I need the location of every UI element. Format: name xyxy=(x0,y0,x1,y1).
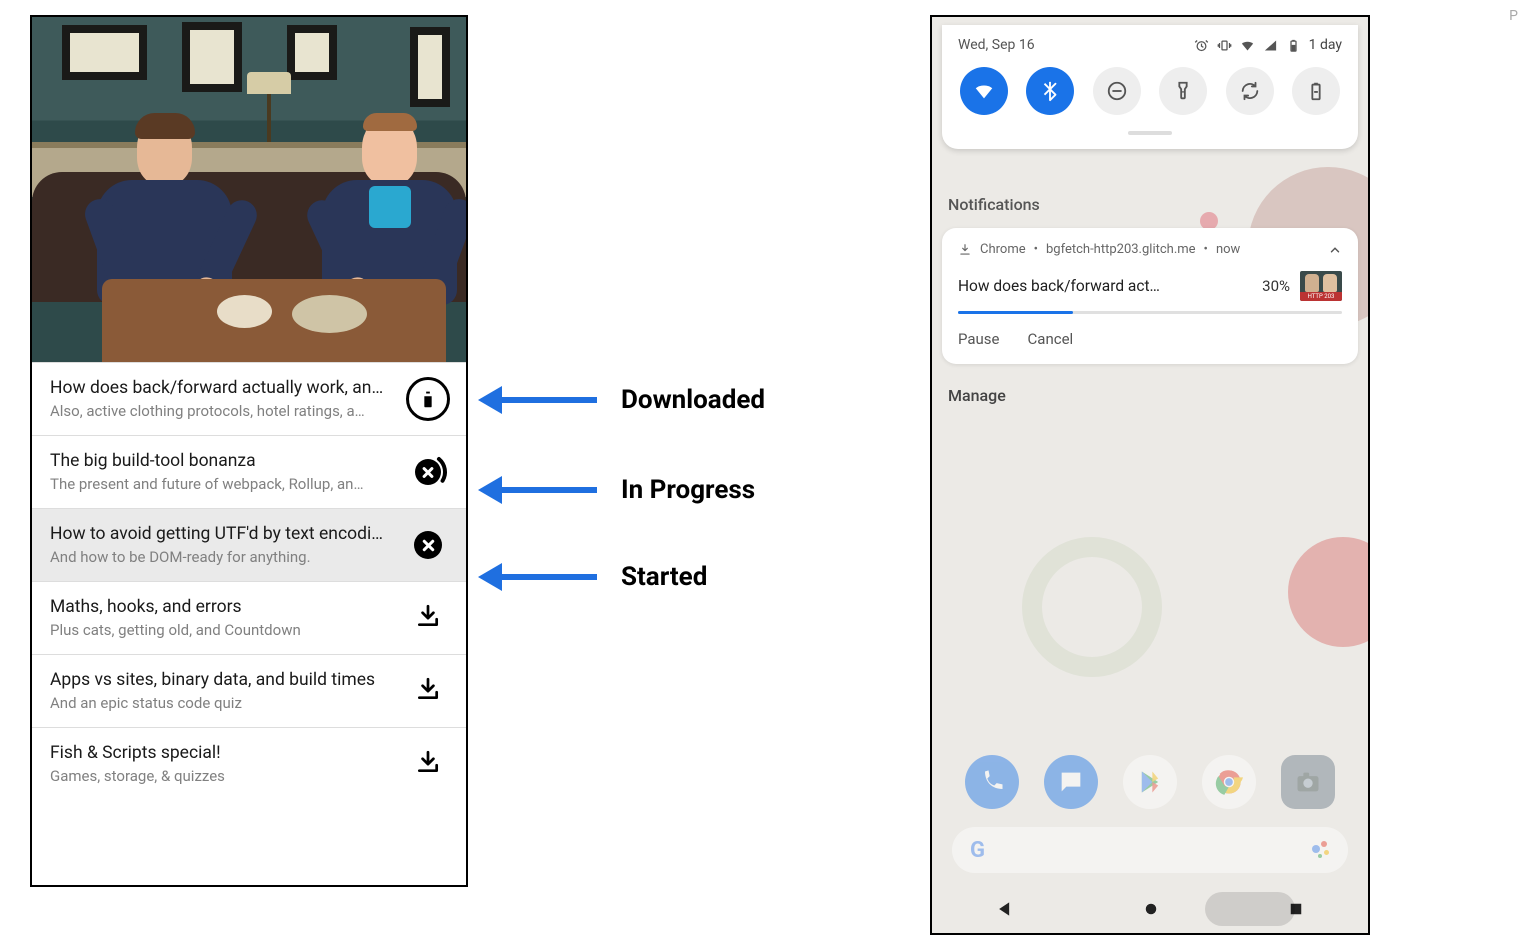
episode-hero-image xyxy=(32,17,466,362)
episode-action[interactable] xyxy=(406,523,450,567)
annotation-label: Downloaded xyxy=(621,385,765,415)
download-icon xyxy=(958,243,972,257)
arrow-left-icon xyxy=(478,476,502,504)
page-crop-marker: P xyxy=(1509,8,1518,24)
episode-subtitle: The present and future of webpack, Rollu… xyxy=(50,475,396,493)
quick-settings-tiles xyxy=(958,67,1342,121)
google-search-bar[interactable]: G xyxy=(952,827,1348,873)
battery-icon xyxy=(1286,38,1301,53)
cancel-download-icon[interactable] xyxy=(414,531,442,559)
podcast-app-screenshot: How does back/forward actually work, an…… xyxy=(30,15,468,887)
download-icon[interactable] xyxy=(415,749,441,779)
manage-button[interactable]: Manage xyxy=(942,364,1358,427)
episode-action[interactable] xyxy=(406,450,450,494)
episode-row[interactable]: Fish & Scripts special! Games, storage, &… xyxy=(32,727,466,800)
pause-button[interactable]: Pause xyxy=(958,330,1000,348)
episode-action[interactable] xyxy=(406,377,450,421)
episode-title: Maths, hooks, and errors xyxy=(50,597,396,617)
nav-back-icon[interactable] xyxy=(995,899,1015,919)
episode-action[interactable] xyxy=(406,669,450,713)
episode-row[interactable]: Maths, hooks, and errors Plus cats, getti… xyxy=(32,581,466,654)
cancel-button[interactable]: Cancel xyxy=(1028,330,1074,348)
episode-row[interactable]: How to avoid getting UTF'd by text encod… xyxy=(32,508,466,581)
download-icon[interactable] xyxy=(415,676,441,706)
notification-source: bgfetch-http203.glitch.me xyxy=(1046,242,1196,257)
episode-title: How does back/forward actually work, an… xyxy=(50,378,396,398)
qs-tile-rotate[interactable] xyxy=(1226,67,1274,115)
annotation-label: Started xyxy=(621,562,707,592)
episode-row[interactable]: How does back/forward actually work, an…… xyxy=(32,362,466,435)
status-icons: 1 day xyxy=(1194,37,1342,53)
qs-tile-bluetooth[interactable] xyxy=(1026,67,1074,115)
episode-list: How does back/forward actually work, an…… xyxy=(32,362,466,800)
phone-app-icon[interactable] xyxy=(965,755,1019,809)
android-notification-screenshot: Wed, Sep 16 1 day Notifications Chrome •… xyxy=(930,15,1370,935)
episode-subtitle: Games, storage, & quizzes xyxy=(50,767,396,785)
episode-title: How to avoid getting UTF'd by text encod… xyxy=(50,524,396,544)
notification-app: Chrome xyxy=(980,242,1026,257)
qs-tile-dnd[interactable] xyxy=(1093,67,1141,115)
google-logo: G xyxy=(970,838,984,863)
notification-percent: 30% xyxy=(1262,277,1290,295)
wifi-icon xyxy=(1240,38,1255,53)
nav-home-icon[interactable] xyxy=(1142,900,1160,918)
episode-title: Fish & Scripts special! xyxy=(50,743,396,763)
episode-subtitle: Also, active clothing protocols, hotel r… xyxy=(50,402,396,420)
qs-tile-flashlight[interactable] xyxy=(1159,67,1207,115)
qs-tile-wifi[interactable] xyxy=(960,67,1008,115)
download-notification[interactable]: Chrome • bgfetch-http203.glitch.me • now… xyxy=(942,228,1358,364)
episode-subtitle: And how to be DOM-ready for anything. xyxy=(50,548,396,566)
episode-title: Apps vs sites, binary data, and build ti… xyxy=(50,670,396,690)
arrow-left-icon xyxy=(478,563,502,591)
episode-action[interactable] xyxy=(406,596,450,640)
play-store-icon[interactable] xyxy=(1123,755,1177,809)
alarm-icon xyxy=(1194,38,1209,53)
camera-app-icon[interactable] xyxy=(1281,755,1335,809)
episode-title: The big build-tool bonanza xyxy=(50,451,396,471)
annotation-started: Started xyxy=(478,562,707,592)
notification-thumbnail xyxy=(1300,271,1342,301)
episode-row[interactable]: Apps vs sites, binary data, and build ti… xyxy=(32,654,466,727)
notifications-header: Notifications xyxy=(942,187,1358,228)
delete-download-icon[interactable] xyxy=(406,377,450,421)
battery-text: 1 day xyxy=(1309,37,1342,53)
notification-title: How does back/forward act… xyxy=(958,277,1252,295)
vibrate-icon xyxy=(1217,38,1232,53)
home-dock: G xyxy=(952,755,1348,873)
messages-app-icon[interactable] xyxy=(1044,755,1098,809)
progress-bar xyxy=(958,311,1342,314)
episode-row[interactable]: The big build-tool bonanza The present an… xyxy=(32,435,466,508)
episode-action[interactable] xyxy=(406,742,450,786)
system-nav-bar xyxy=(932,885,1368,933)
panel-drag-handle[interactable] xyxy=(1128,131,1172,135)
status-date: Wed, Sep 16 xyxy=(958,37,1035,53)
chrome-app-icon[interactable] xyxy=(1202,755,1256,809)
download-icon[interactable] xyxy=(415,603,441,633)
episode-subtitle: Plus cats, getting old, and Countdown xyxy=(50,621,396,639)
notification-time: now xyxy=(1216,242,1240,257)
annotation-label: In Progress xyxy=(621,475,755,505)
chevron-up-icon[interactable] xyxy=(1328,243,1342,257)
signal-icon xyxy=(1263,38,1278,53)
episode-subtitle: And an epic status code quiz xyxy=(50,694,396,712)
arrow-left-icon xyxy=(478,386,502,414)
cancel-download-progress-icon[interactable] xyxy=(408,452,448,492)
qs-tile-battery-saver[interactable] xyxy=(1292,67,1340,115)
assistant-icon[interactable] xyxy=(1312,841,1330,859)
annotation-in-progress: In Progress xyxy=(478,475,755,505)
quick-settings-panel: Wed, Sep 16 1 day xyxy=(942,25,1358,149)
annotation-downloaded: Downloaded xyxy=(478,385,765,415)
